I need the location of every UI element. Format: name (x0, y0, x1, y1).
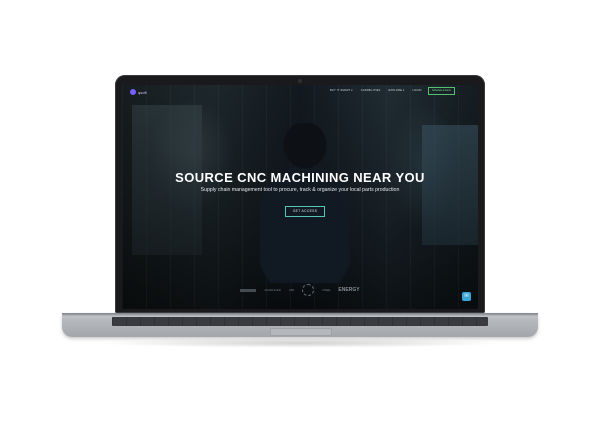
partner-logo-csee: CSEE (322, 288, 331, 292)
laptop-hinge (62, 313, 538, 316)
site-logo[interactable]: qsoft (130, 89, 147, 95)
webcam (298, 79, 302, 83)
partner-logos: ADVANCED AMI CSEE ENERGY (122, 283, 478, 297)
laptop-keyboard (112, 317, 488, 326)
nav-menu: BUY IT SMART ▾ CAPABILITIES EXPLORE ▾ LO… (330, 89, 422, 92)
hero-background-worker (260, 123, 350, 283)
nav-item-login[interactable]: LOGIN (413, 89, 422, 92)
gear-icon (302, 284, 315, 296)
nav-item-capabilities[interactable]: CAPABILITIES (361, 89, 381, 92)
partner-logo-ami: AMI (288, 288, 295, 292)
partner-logo-bar (240, 288, 257, 292)
hero-title: SOURCE CNC MACHINING NEAR YOU (175, 170, 425, 185)
partner-logo-energy: ENERGY (338, 287, 360, 293)
laptop-screen: qsoft BUY IT SMART ▾ CAPABILITIES EXPLOR… (122, 85, 478, 309)
laptop-lid: qsoft BUY IT SMART ▾ CAPABILITIES EXPLOR… (115, 75, 485, 313)
laptop-shadow (95, 338, 505, 348)
logo-icon (130, 89, 136, 95)
partner-logo-advanced: ADVANCED (264, 288, 281, 292)
schedule-demo-button[interactable]: Schedule a Demo (428, 87, 456, 95)
nav-item-buy-it-smart[interactable]: BUY IT SMART ▾ (330, 89, 353, 92)
site-navbar: qsoft BUY IT SMART ▾ CAPABILITIES EXPLOR… (122, 85, 478, 99)
get-access-button[interactable]: GET ACCESS (285, 206, 325, 217)
laptop-trackpad (270, 328, 332, 336)
hero-background-machine-right (422, 125, 478, 245)
nav-item-explore[interactable]: EXPLORE ▾ (388, 89, 404, 92)
chat-icon[interactable]: ✉ (462, 292, 471, 301)
logo-text: qsoft (138, 89, 147, 95)
hero-subtitle: Supply chain management tool to procure,… (200, 187, 400, 193)
